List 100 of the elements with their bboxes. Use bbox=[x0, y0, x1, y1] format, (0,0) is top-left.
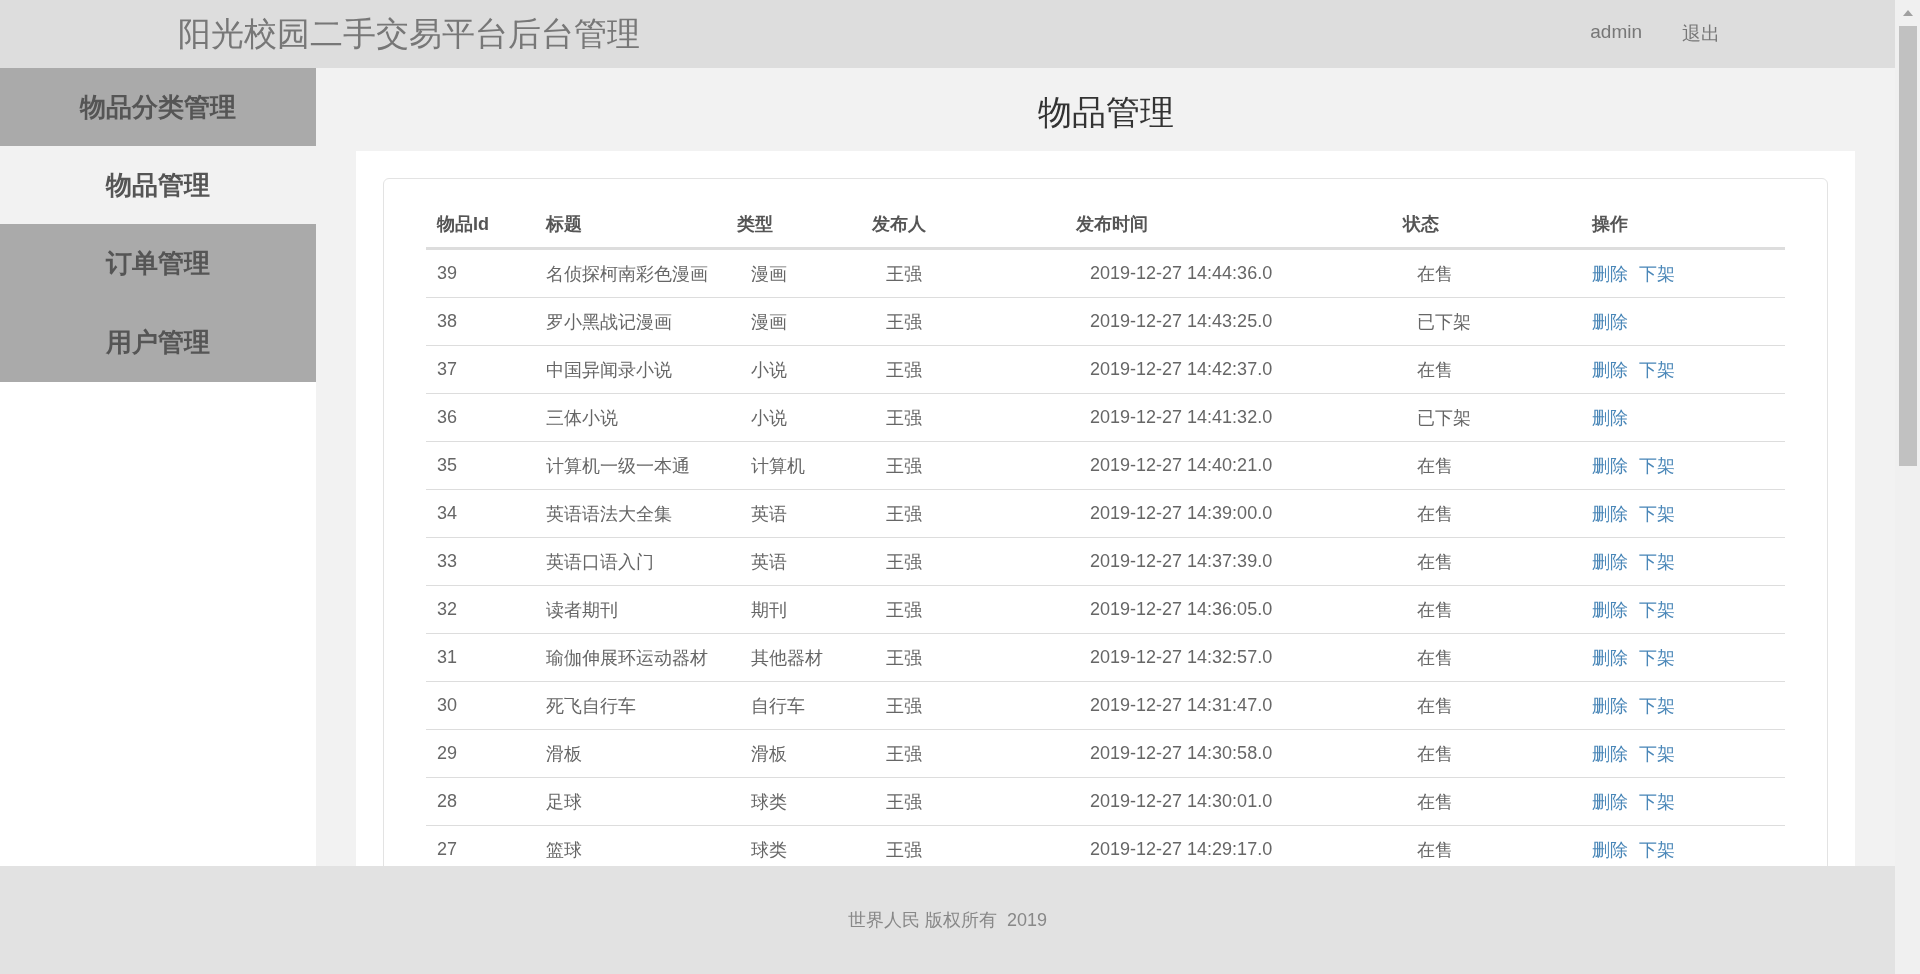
sidebar-item[interactable]: 订单管理 bbox=[0, 224, 316, 302]
table-cell: 28 bbox=[426, 777, 535, 826]
copyright-text: 世界人民 版权所有 2019 bbox=[847, 909, 1047, 932]
delete-link[interactable]: 删除 bbox=[1592, 503, 1628, 524]
table-cell: 期刊 bbox=[726, 585, 861, 634]
sidebar-item[interactable]: 物品管理 bbox=[0, 146, 316, 224]
delete-link[interactable]: 删除 bbox=[1592, 263, 1628, 284]
table-cell: 英语口语入门 bbox=[535, 537, 726, 586]
table-cell: 罗小黑战记漫画 bbox=[535, 297, 726, 346]
table-cell: 王强 bbox=[861, 537, 1065, 586]
table-cell: 已下架 bbox=[1392, 393, 1581, 442]
unlist-link[interactable]: 下架 bbox=[1639, 455, 1675, 476]
scrollbar-thumb[interactable] bbox=[1898, 26, 1917, 466]
table-cell: 王强 bbox=[861, 345, 1065, 394]
table-cell: 滑板 bbox=[535, 729, 726, 778]
table-cell: 2019-12-27 14:30:58.0 bbox=[1065, 729, 1392, 778]
table-cell: 英语语法大全集 bbox=[535, 489, 726, 538]
delete-link[interactable]: 删除 bbox=[1592, 743, 1628, 764]
table-cell: 30 bbox=[426, 681, 535, 730]
table-cell: 小说 bbox=[726, 393, 861, 442]
unlist-link[interactable]: 下架 bbox=[1639, 263, 1675, 284]
table-cell: 已下架 bbox=[1392, 297, 1581, 346]
column-header: 状态 bbox=[1392, 201, 1581, 249]
sidebar-item[interactable]: 物品分类管理 bbox=[0, 68, 316, 146]
delete-link[interactable]: 删除 bbox=[1592, 455, 1628, 476]
column-header: 操作 bbox=[1581, 201, 1785, 249]
column-header: 类型 bbox=[726, 201, 861, 249]
unlist-link[interactable]: 下架 bbox=[1639, 791, 1675, 812]
page-title: 物品管理 bbox=[1036, 91, 1175, 133]
unlist-link[interactable]: 下架 bbox=[1639, 695, 1675, 716]
table-cell: 2019-12-27 14:32:57.0 bbox=[1065, 633, 1392, 682]
table-cell: 在售 bbox=[1392, 681, 1581, 730]
delete-link[interactable]: 删除 bbox=[1592, 359, 1628, 380]
delete-link[interactable]: 删除 bbox=[1592, 311, 1628, 332]
table-cell: 2019-12-27 14:31:47.0 bbox=[1065, 681, 1392, 730]
table-cell: 王强 bbox=[861, 681, 1065, 730]
table-cell: 英语 bbox=[726, 489, 861, 538]
delete-link[interactable]: 删除 bbox=[1592, 695, 1628, 716]
table-cell: 32 bbox=[426, 585, 535, 634]
table-cell: 中国异闻录小说 bbox=[535, 345, 726, 394]
unlist-link[interactable]: 下架 bbox=[1639, 839, 1675, 860]
table-cell: 王强 bbox=[861, 489, 1065, 538]
sidebar-item[interactable]: 用户管理 bbox=[0, 302, 316, 382]
table-cell: 其他器材 bbox=[726, 633, 861, 682]
table-cell: 三体小说 bbox=[535, 393, 726, 442]
delete-link[interactable]: 删除 bbox=[1592, 407, 1628, 428]
delete-link[interactable]: 删除 bbox=[1592, 551, 1628, 572]
table-cell: 在售 bbox=[1392, 248, 1581, 298]
table-cell: 在售 bbox=[1392, 345, 1581, 394]
table-cell: 38 bbox=[426, 297, 535, 346]
column-header: 发布时间 bbox=[1065, 201, 1392, 249]
table-cell: 读者期刊 bbox=[535, 585, 726, 634]
unlist-link[interactable]: 下架 bbox=[1639, 551, 1675, 572]
table-cell: 39 bbox=[426, 248, 535, 298]
table-cell: 在售 bbox=[1392, 489, 1581, 538]
table-cell: 2019-12-27 14:30:01.0 bbox=[1065, 777, 1392, 826]
delete-link[interactable]: 删除 bbox=[1592, 839, 1628, 860]
table-cell: 在售 bbox=[1392, 729, 1581, 778]
table-cell: 滑板 bbox=[726, 729, 861, 778]
table-cell: 王强 bbox=[861, 585, 1065, 634]
unlist-link[interactable]: 下架 bbox=[1639, 359, 1675, 380]
table-cell: 王强 bbox=[861, 729, 1065, 778]
table-cell: 英语 bbox=[726, 537, 861, 586]
table-cell: 漫画 bbox=[726, 297, 861, 346]
column-header: 物品Id bbox=[426, 201, 535, 249]
unlist-link[interactable]: 下架 bbox=[1639, 647, 1675, 668]
unlist-link[interactable]: 下架 bbox=[1639, 743, 1675, 764]
table-cell: 王强 bbox=[861, 441, 1065, 490]
logout-link[interactable]: 退出 bbox=[1682, 21, 1720, 47]
unlist-link[interactable]: 下架 bbox=[1639, 503, 1675, 524]
table-cell: 2019-12-27 14:40:21.0 bbox=[1065, 441, 1392, 490]
table-cell: 王强 bbox=[861, 777, 1065, 826]
table-cell: 小说 bbox=[726, 345, 861, 394]
table-cell: 在售 bbox=[1392, 777, 1581, 826]
table-cell: 2019-12-27 14:41:32.0 bbox=[1065, 393, 1392, 442]
table-cell: 足球 bbox=[535, 777, 726, 826]
table-cell: 2019-12-27 14:42:37.0 bbox=[1065, 345, 1392, 394]
table-cell: 计算机 bbox=[726, 441, 861, 490]
table-cell: 在售 bbox=[1392, 441, 1581, 490]
username-link[interactable]: admin bbox=[1590, 21, 1642, 47]
table-cell: 球类 bbox=[726, 777, 861, 826]
table-cell: 37 bbox=[426, 345, 535, 394]
table-cell: 漫画 bbox=[726, 248, 861, 298]
table-cell: 2019-12-27 14:36:05.0 bbox=[1065, 585, 1392, 634]
table-cell: 35 bbox=[426, 441, 535, 490]
table-cell: 王强 bbox=[861, 248, 1065, 298]
delete-link[interactable]: 删除 bbox=[1592, 647, 1628, 668]
table-cell: 29 bbox=[426, 729, 535, 778]
table-cell: 34 bbox=[426, 489, 535, 538]
delete-link[interactable]: 删除 bbox=[1592, 791, 1628, 812]
site-title: 阳光校园二手交易平台后台管理 bbox=[178, 13, 640, 54]
table-cell: 王强 bbox=[861, 633, 1065, 682]
table-cell: 自行车 bbox=[726, 681, 861, 730]
table-cell: 36 bbox=[426, 393, 535, 442]
column-header: 标题 bbox=[535, 201, 726, 249]
delete-link[interactable]: 删除 bbox=[1592, 599, 1628, 620]
scroll-up-icon[interactable] bbox=[1902, 10, 1913, 16]
unlist-link[interactable]: 下架 bbox=[1639, 599, 1675, 620]
table-cell: 王强 bbox=[861, 393, 1065, 442]
table-cell: 在售 bbox=[1392, 633, 1581, 682]
